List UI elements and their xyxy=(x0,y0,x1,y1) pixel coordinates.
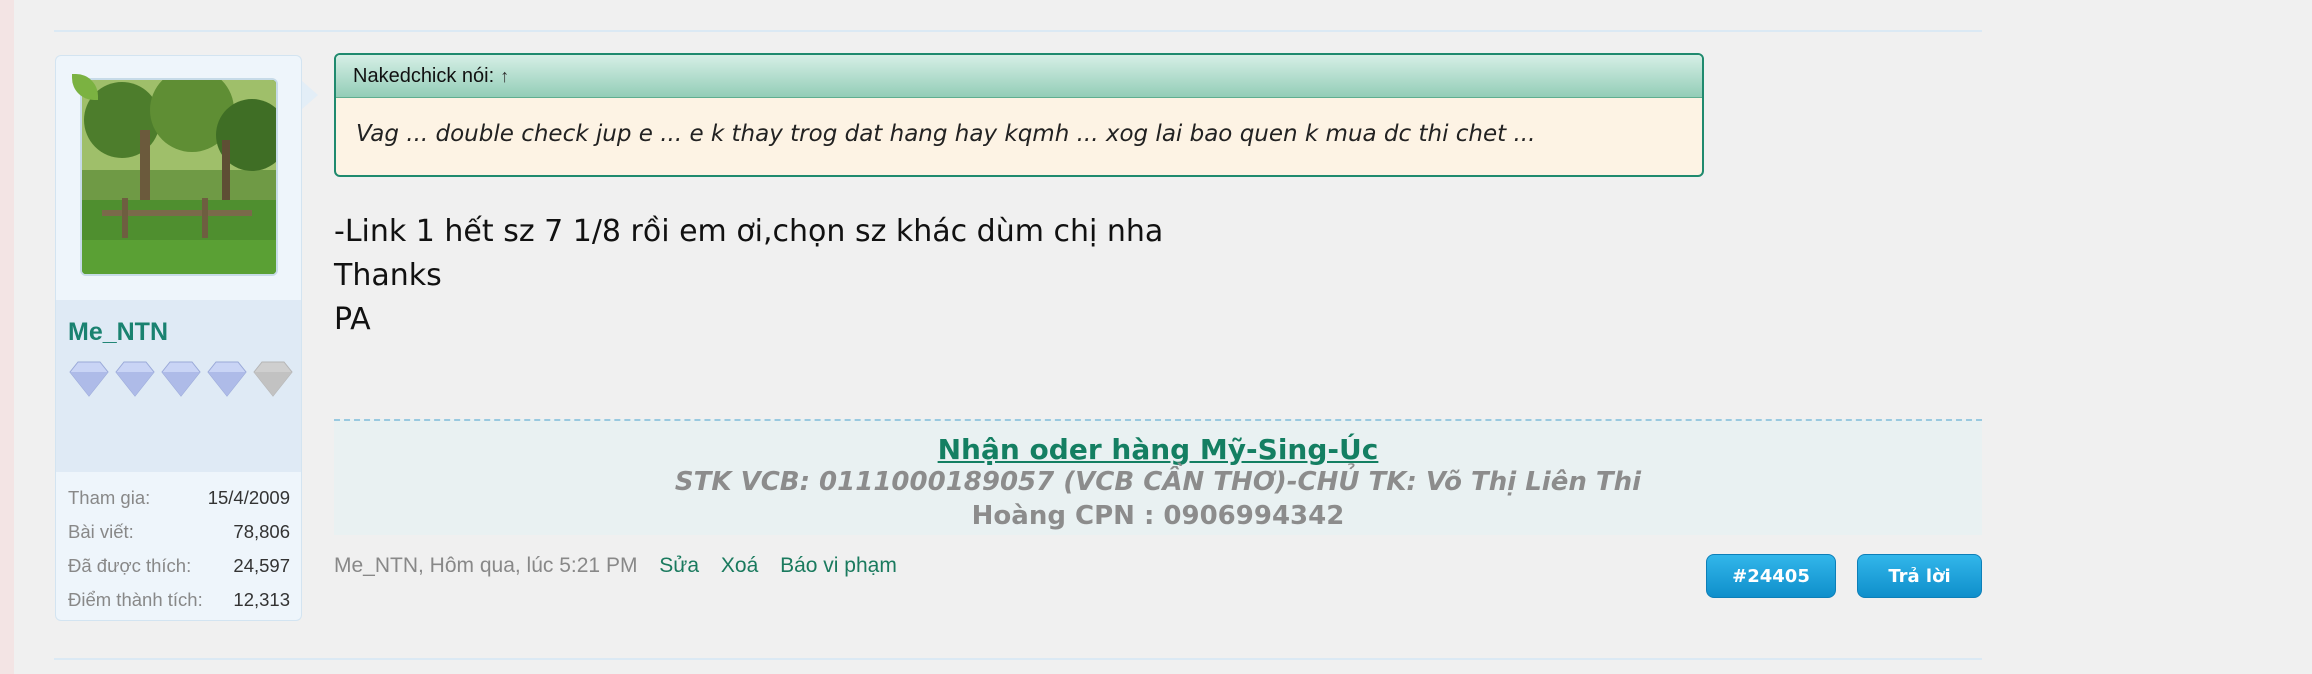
post-meta: Me_NTN, Hôm qua, lúc 5:21 PM Sửa Xoá Báo… xyxy=(334,554,897,578)
edit-link[interactable]: Sửa xyxy=(659,554,699,577)
diamond-icon xyxy=(69,361,109,397)
username-link[interactable]: Me_NTN xyxy=(68,318,168,347)
delete-link[interactable]: Xoá xyxy=(721,554,758,577)
left-edge-strip xyxy=(0,0,14,674)
stat-row-trophy-points: Điểm thành tích: 12,313 xyxy=(68,589,290,610)
reply-button[interactable]: Trả lời xyxy=(1857,554,1982,598)
diamond-empty-icon xyxy=(253,361,293,397)
post-number-button[interactable]: #24405 xyxy=(1706,554,1836,598)
stat-row-likes: Đã được thích: 24,597 xyxy=(68,555,290,576)
signature-link[interactable]: Nhận oder hàng Mỹ-Sing-Úc xyxy=(334,433,1982,466)
stat-row-joined: Tham gia: 15/4/2009 xyxy=(68,487,290,508)
username-container: Me_NTN xyxy=(55,300,302,472)
user-stats: Tham gia: 15/4/2009 Bài viết: 78,806 Đã … xyxy=(55,472,302,621)
quote-author: Nakedchick nói: xyxy=(353,65,495,87)
diamond-icon xyxy=(207,361,247,397)
user-info-panel: Me_NTN Tham gia: 15/4/2009 Bài viết: 78,… xyxy=(55,55,318,621)
avatar[interactable] xyxy=(80,78,278,276)
message-line: Thanks xyxy=(334,258,442,293)
post-separator-top xyxy=(54,30,1982,32)
quote-jump-arrow-icon[interactable]: ↑ xyxy=(500,66,509,86)
signature-bank-info: STK VCB: 0111000189057 (VCB CẦN THƠ)-CHỦ… xyxy=(674,467,1642,497)
diamond-icon xyxy=(161,361,201,397)
signature: Nhận oder hàng Mỹ-Sing-Úc STK VCB: 01110… xyxy=(334,419,1982,535)
avatar-container xyxy=(55,55,302,301)
stat-row-posts: Bài viết: 78,806 xyxy=(68,521,290,542)
diamond-icon xyxy=(115,361,155,397)
panel-arrow xyxy=(302,81,318,109)
message-line: PA xyxy=(334,302,371,337)
quote-block: Nakedchick nói: ↑ Vag ... double check ju… xyxy=(334,53,1704,177)
quote-header: Nakedchick nói: ↑ xyxy=(336,55,1702,98)
message-line: -Link 1 hết sz 7 1/8 rồi em ơi,chọn sz k… xyxy=(334,214,1164,249)
message-body: -Link 1 hết sz 7 1/8 rồi em ơi,chọn sz k… xyxy=(334,210,1163,342)
post-separator-bottom xyxy=(54,658,1982,660)
post-author-date[interactable]: Me_NTN, Hôm qua, lúc 5:21 PM xyxy=(334,554,637,577)
signature-phone: Hoàng CPN : 0906994342 xyxy=(971,501,1345,531)
report-link[interactable]: Báo vi phạm xyxy=(780,554,897,577)
quote-text: Vag ... double check jup e ... e k thay … xyxy=(356,121,1536,147)
